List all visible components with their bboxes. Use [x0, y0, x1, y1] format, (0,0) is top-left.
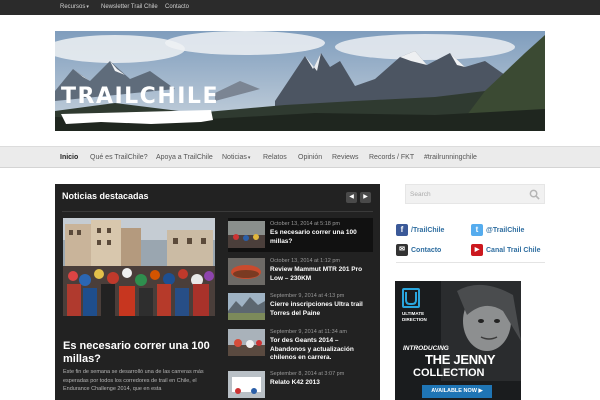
thumbnail: [228, 293, 265, 320]
ad-subheadline: COLLECTION: [413, 367, 485, 379]
ad-brand-line: DIRECTION: [402, 316, 427, 322]
search-box: [405, 184, 545, 204]
site-logo[interactable]: TRAILCHILE: [61, 86, 219, 108]
nav-item-reviews[interactable]: Reviews: [332, 147, 358, 167]
nav-item-opinion[interactable]: Opinión: [298, 147, 322, 167]
chevron-left-icon: ◀: [349, 194, 354, 200]
chevron-down-icon: ▾: [86, 4, 89, 10]
topbar-item-label: Newsletter Trail Chile: [101, 4, 158, 10]
thumbnail: [228, 258, 265, 285]
nav-item-noticias[interactable]: Noticias▾: [222, 147, 250, 167]
item-date: October 13, 2014 at 5:18 pm: [270, 221, 341, 227]
race-crowd-image: [63, 218, 215, 316]
nav-item-label: Noticias: [222, 154, 247, 161]
ad-intro: INTRODUCING: [403, 345, 449, 352]
item-date: October 13, 2014 at 1:12 pm: [270, 258, 341, 264]
list-item[interactable]: October 13, 2014 at 5:18 pm Es necesario…: [228, 218, 373, 252]
featured-news-panel: Noticias destacadas ◀ ▶ Es necesario cor…: [55, 184, 380, 400]
youtube-link[interactable]: ▶ Canal Trail Chile: [471, 244, 545, 258]
item-date: September 9, 2014 at 11:34 am: [270, 329, 347, 335]
ultimate-direction-logo-icon: [402, 288, 420, 308]
top-bar: Recursos▾ Newsletter Trail Chile Contact…: [0, 0, 600, 15]
panel-divider: [62, 211, 373, 212]
feature-image[interactable]: [63, 218, 215, 316]
search-input[interactable]: [410, 188, 520, 201]
logo-brushstroke-icon: [61, 110, 213, 124]
nav-item-apoya[interactable]: Apoya a TrailChile: [156, 147, 213, 167]
item-title[interactable]: Relato K42 2013: [270, 379, 370, 388]
nav-item-que-es[interactable]: Qué es TrailChile?: [90, 147, 148, 167]
item-title[interactable]: Tor des Geants 2014 – Abandonos y actual…: [270, 337, 370, 363]
twitter-icon: t: [471, 224, 483, 236]
prev-button[interactable]: ◀: [346, 192, 357, 203]
search-icon[interactable]: [529, 189, 540, 200]
topbar-item-label: Contacto: [165, 4, 190, 10]
feature-excerpt: Este fin de semana se desarrolló una de …: [63, 369, 204, 392]
chevron-down-icon: ▾: [247, 155, 251, 161]
nav-item-inicio[interactable]: Inicio: [60, 147, 78, 167]
list-item[interactable]: September 8, 2014 at 3:07 pm Relato K42 …: [228, 368, 373, 400]
item-date: September 8, 2014 at 3:07 pm: [270, 371, 345, 377]
thumbnail: [228, 329, 265, 356]
mail-icon: ✉: [396, 244, 408, 256]
header-banner[interactable]: TRAILCHILE: [55, 31, 545, 131]
nav-item-records[interactable]: Records / FKT: [369, 147, 414, 167]
list-item[interactable]: September 9, 2014 at 11:34 am Tor des Ge…: [228, 326, 373, 363]
social-label: @TrailChile: [486, 227, 525, 234]
twitter-link[interactable]: t @TrailChile: [471, 224, 545, 238]
social-label: Contacto: [411, 247, 442, 254]
topbar-item-recursos[interactable]: Recursos▾: [60, 0, 89, 15]
social-label: /TrailChile: [411, 227, 445, 234]
feature-title[interactable]: Es necesario correr una 100 millas?: [63, 340, 215, 366]
topbar-item-newsletter[interactable]: Newsletter Trail Chile: [101, 0, 158, 15]
list-item[interactable]: September 9, 2014 at 4:13 pm Cierre insc…: [228, 290, 373, 324]
topbar-item-label: Recursos: [60, 4, 86, 10]
next-button[interactable]: ▶: [360, 192, 371, 203]
item-date: September 9, 2014 at 4:13 pm: [270, 293, 345, 299]
contact-link[interactable]: ✉ Contacto: [396, 244, 466, 258]
panel-title: Noticias destacadas: [62, 191, 149, 201]
ad-headline: THE JENNY: [425, 352, 496, 367]
nav-item-trailrunningchile[interactable]: #trailrunningchile: [424, 147, 477, 167]
list-item[interactable]: October 13, 2014 at 1:12 pm Review Mammu…: [228, 255, 373, 289]
ad-brand: ULTIMATE DIRECTION: [402, 311, 427, 322]
item-title[interactable]: Es necesario correr una 100 millas?: [270, 229, 370, 246]
main-navigation: Inicio Qué es TrailChile? Apoya a TrailC…: [0, 146, 600, 168]
nav-item-relatos[interactable]: Relatos: [263, 147, 287, 167]
topbar-item-contacto[interactable]: Contacto: [165, 0, 189, 15]
ad-brand-line: ULTIMATE: [402, 311, 425, 316]
social-label: Canal Trail Chile: [486, 247, 541, 254]
chevron-right-icon: ▶: [363, 194, 368, 200]
ultimate-direction-ad[interactable]: ULTIMATE DIRECTION INTRODUCING THE JENNY…: [395, 281, 521, 400]
sidebar-divider: [396, 262, 545, 263]
youtube-icon: ▶: [471, 244, 483, 256]
facebook-link[interactable]: f /TrailChile: [396, 224, 466, 238]
item-title[interactable]: Review Mammut MTR 201 Pro Low – 230KM: [270, 266, 370, 283]
item-title[interactable]: Cierre inscripciones Ultra trail Torres …: [270, 301, 370, 318]
facebook-icon: f: [396, 224, 408, 236]
thumbnail: [228, 221, 265, 248]
thumbnail: [228, 371, 265, 398]
ad-cta-button[interactable]: AVAILABLE NOW ▶: [422, 385, 492, 398]
